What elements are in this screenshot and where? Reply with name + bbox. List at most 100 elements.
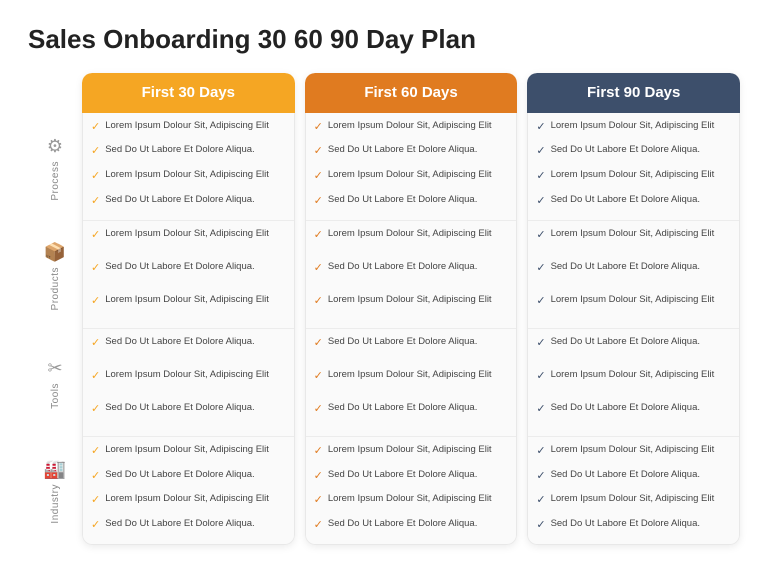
- col60-section-tools: ✓ Sed Do Ut Labore Et Dolore Aliqua. ✓ L…: [306, 329, 517, 437]
- check-icon: ✓: [314, 120, 323, 133]
- list-item: ✓ Lorem Ipsum Dolour Sit, Adipiscing Eli…: [536, 441, 731, 466]
- list-item: ✓ Sed Do Ut Labore Et Dolore Aliqua.: [91, 466, 286, 491]
- list-item: ✓ Sed Do Ut Labore Et Dolore Aliqua.: [536, 258, 731, 291]
- list-item: ✓ Lorem Ipsum Dolour Sit, Adipiscing Eli…: [536, 366, 731, 399]
- row-text: Lorem Ipsum Dolour Sit, Adipiscing Elit: [105, 293, 269, 306]
- col60-section-products: ✓ Lorem Ipsum Dolour Sit, Adipiscing Eli…: [306, 221, 517, 329]
- row-text: Lorem Ipsum Dolour Sit, Adipiscing Elit: [105, 168, 269, 181]
- column-col30: First 30 Days ✓ Lorem Ipsum Dolour Sit, …: [82, 73, 295, 545]
- row-text: Sed Do Ut Labore Et Dolore Aliqua.: [551, 401, 700, 414]
- col30-section-products: ✓ Lorem Ipsum Dolour Sit, Adipiscing Eli…: [83, 221, 294, 329]
- list-item: ✓ Lorem Ipsum Dolour Sit, Adipiscing Eli…: [314, 117, 509, 142]
- col90-section-products: ✓ Lorem Ipsum Dolour Sit, Adipiscing Eli…: [528, 221, 739, 329]
- check-icon: ✓: [314, 144, 323, 157]
- col90-section-process: ✓ Lorem Ipsum Dolour Sit, Adipiscing Eli…: [528, 113, 739, 221]
- list-item: ✓ Lorem Ipsum Dolour Sit, Adipiscing Eli…: [91, 166, 286, 191]
- row-text: Lorem Ipsum Dolour Sit, Adipiscing Elit: [328, 227, 492, 240]
- check-icon: ✓: [91, 444, 100, 457]
- check-icon: ✓: [536, 469, 545, 482]
- sidebar-row-tools: ✂ Tools: [28, 330, 82, 438]
- main-layout: ⚙ Process 📦 Products ✂ Tools 🏭 Industry …: [28, 73, 740, 545]
- list-item: ✓ Lorem Ipsum Dolour Sit, Adipiscing Eli…: [91, 490, 286, 515]
- check-icon: ✓: [536, 194, 545, 207]
- list-item: ✓ Lorem Ipsum Dolour Sit, Adipiscing Eli…: [91, 366, 286, 399]
- row-text: Sed Do Ut Labore Et Dolore Aliqua.: [551, 193, 700, 206]
- row-text: Sed Do Ut Labore Et Dolore Aliqua.: [328, 335, 477, 348]
- list-item: ✓ Sed Do Ut Labore Et Dolore Aliqua.: [314, 466, 509, 491]
- row-text: Sed Do Ut Labore Et Dolore Aliqua.: [328, 143, 477, 156]
- check-icon: ✓: [536, 493, 545, 506]
- row-text: Lorem Ipsum Dolour Sit, Adipiscing Elit: [551, 119, 715, 132]
- col90-header: First 90 Days: [527, 73, 740, 113]
- check-icon: ✓: [314, 336, 323, 349]
- process-icon: ⚙: [47, 136, 63, 157]
- products-label: Products: [50, 267, 61, 310]
- row-text: Sed Do Ut Labore Et Dolore Aliqua.: [551, 335, 700, 348]
- row-text: Sed Do Ut Labore Et Dolore Aliqua.: [551, 468, 700, 481]
- list-item: ✓ Sed Do Ut Labore Et Dolore Aliqua.: [91, 141, 286, 166]
- sidebar-row-products: 📦 Products: [28, 223, 82, 331]
- list-item: ✓ Sed Do Ut Labore Et Dolore Aliqua.: [91, 191, 286, 216]
- row-text: Sed Do Ut Labore Et Dolore Aliqua.: [551, 260, 700, 273]
- check-icon: ✓: [91, 169, 100, 182]
- list-item: ✓ Sed Do Ut Labore Et Dolore Aliqua.: [91, 399, 286, 432]
- row-text: Sed Do Ut Labore Et Dolore Aliqua.: [328, 468, 477, 481]
- tools-label: Tools: [50, 383, 61, 409]
- check-icon: ✓: [536, 518, 545, 531]
- check-icon: ✓: [91, 228, 100, 241]
- col60-body: ✓ Lorem Ipsum Dolour Sit, Adipiscing Eli…: [305, 113, 518, 546]
- check-icon: ✓: [314, 444, 323, 457]
- list-item: ✓ Sed Do Ut Labore Et Dolore Aliqua.: [536, 141, 731, 166]
- col60-section-industry: ✓ Lorem Ipsum Dolour Sit, Adipiscing Eli…: [306, 437, 517, 544]
- row-text: Sed Do Ut Labore Et Dolore Aliqua.: [105, 335, 254, 348]
- row-text: Lorem Ipsum Dolour Sit, Adipiscing Elit: [328, 443, 492, 456]
- check-icon: ✓: [536, 261, 545, 274]
- columns-area: First 30 Days ✓ Lorem Ipsum Dolour Sit, …: [82, 73, 740, 545]
- row-text: Lorem Ipsum Dolour Sit, Adipiscing Elit: [105, 443, 269, 456]
- row-text: Lorem Ipsum Dolour Sit, Adipiscing Elit: [328, 492, 492, 505]
- col60-header: First 60 Days: [305, 73, 518, 113]
- check-icon: ✓: [91, 369, 100, 382]
- list-item: ✓ Sed Do Ut Labore Et Dolore Aliqua.: [314, 191, 509, 216]
- col30-section-process: ✓ Lorem Ipsum Dolour Sit, Adipiscing Eli…: [83, 113, 294, 221]
- check-icon: ✓: [314, 294, 323, 307]
- list-item: ✓ Sed Do Ut Labore Et Dolore Aliqua.: [314, 333, 509, 366]
- check-icon: ✓: [91, 194, 100, 207]
- col30-header: First 30 Days: [82, 73, 295, 113]
- list-item: ✓ Lorem Ipsum Dolour Sit, Adipiscing Eli…: [536, 117, 731, 142]
- check-icon: ✓: [536, 144, 545, 157]
- check-icon: ✓: [314, 493, 323, 506]
- check-icon: ✓: [314, 402, 323, 415]
- row-text: Sed Do Ut Labore Et Dolore Aliqua.: [328, 517, 477, 530]
- check-icon: ✓: [91, 493, 100, 506]
- check-icon: ✓: [91, 120, 100, 133]
- industry-label: Industry: [50, 484, 61, 524]
- row-text: Sed Do Ut Labore Et Dolore Aliqua.: [105, 517, 254, 530]
- check-icon: ✓: [91, 144, 100, 157]
- page-title: Sales Onboarding 30 60 90 Day Plan: [28, 24, 740, 55]
- check-icon: ✓: [314, 169, 323, 182]
- list-item: ✓ Lorem Ipsum Dolour Sit, Adipiscing Eli…: [314, 366, 509, 399]
- col30-section-tools: ✓ Sed Do Ut Labore Et Dolore Aliqua. ✓ L…: [83, 329, 294, 437]
- list-item: ✓ Sed Do Ut Labore Et Dolore Aliqua.: [314, 258, 509, 291]
- list-item: ✓ Sed Do Ut Labore Et Dolore Aliqua.: [536, 399, 731, 432]
- list-item: ✓ Lorem Ipsum Dolour Sit, Adipiscing Eli…: [536, 291, 731, 324]
- list-item: ✓ Sed Do Ut Labore Et Dolore Aliqua.: [91, 515, 286, 540]
- check-icon: ✓: [314, 518, 323, 531]
- process-label: Process: [50, 161, 61, 201]
- check-icon: ✓: [536, 369, 545, 382]
- sidebar-row-process: ⚙ Process: [28, 115, 82, 223]
- col30-body: ✓ Lorem Ipsum Dolour Sit, Adipiscing Eli…: [82, 113, 295, 546]
- row-text: Lorem Ipsum Dolour Sit, Adipiscing Elit: [551, 443, 715, 456]
- list-item: ✓ Sed Do Ut Labore Et Dolore Aliqua.: [536, 515, 731, 540]
- row-text: Lorem Ipsum Dolour Sit, Adipiscing Elit: [551, 293, 715, 306]
- row-text: Lorem Ipsum Dolour Sit, Adipiscing Elit: [328, 119, 492, 132]
- tools-icon: ✂: [47, 358, 62, 379]
- check-icon: ✓: [314, 369, 323, 382]
- list-item: ✓ Lorem Ipsum Dolour Sit, Adipiscing Eli…: [91, 225, 286, 258]
- row-text: Sed Do Ut Labore Et Dolore Aliqua.: [328, 193, 477, 206]
- list-item: ✓ Sed Do Ut Labore Et Dolore Aliqua.: [536, 191, 731, 216]
- list-item: ✓ Lorem Ipsum Dolour Sit, Adipiscing Eli…: [314, 441, 509, 466]
- col90-section-tools: ✓ Sed Do Ut Labore Et Dolore Aliqua. ✓ L…: [528, 329, 739, 437]
- row-text: Lorem Ipsum Dolour Sit, Adipiscing Elit: [551, 492, 715, 505]
